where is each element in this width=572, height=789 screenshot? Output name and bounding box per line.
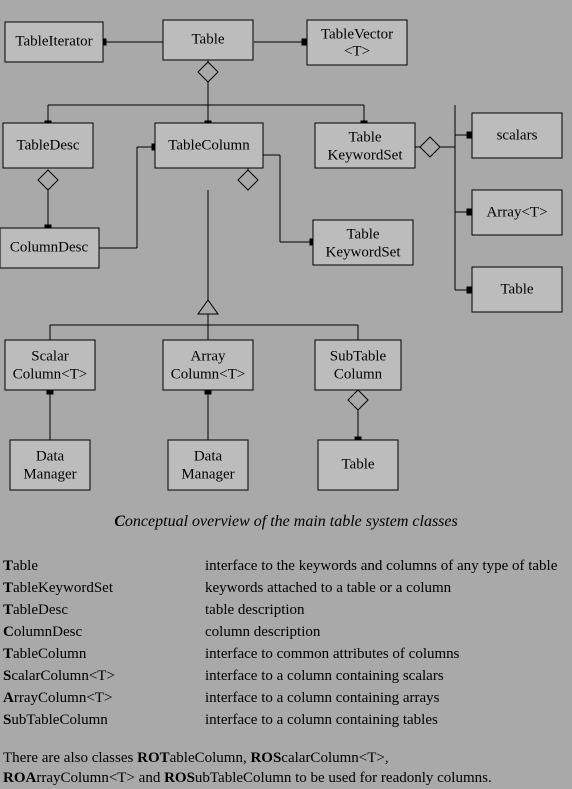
- box-dm2-b: Manager: [181, 466, 234, 482]
- box-tablevector-1: TableVector: [321, 26, 393, 42]
- box-table: Table: [191, 31, 224, 47]
- def-row: TableKeywordSetkeywords attached to a ta…: [3, 577, 569, 599]
- box-tablecolumn: TableColumn: [168, 137, 250, 153]
- box-dm2-a: Data: [194, 448, 223, 464]
- diagram-caption: Conceptual overview of the main table sy…: [0, 513, 572, 531]
- def-row: ColumnDesccolumn description: [3, 621, 569, 643]
- box-scalarcol-2: Column<T>: [13, 366, 87, 382]
- def-row: TableColumninterface to common attribute…: [3, 643, 569, 665]
- box-tks1-b: KeywordSet: [328, 147, 404, 163]
- class-diagram: TableIterator Table TableVector <T> Tabl…: [0, 0, 572, 505]
- caption-text: onceptual overview of the main table sys…: [125, 513, 458, 530]
- def-row: ArrayColumn<T>interface to a column cont…: [3, 687, 569, 709]
- box-tks1-a: Table: [348, 129, 381, 145]
- box-tabledesc: TableDesc: [16, 137, 79, 153]
- box-dm1-b: Manager: [23, 466, 76, 482]
- def-row: ScalarColumn<T>interface to a column con…: [3, 665, 569, 687]
- def-row: Tableinterface to the keywords and colum…: [3, 555, 569, 577]
- box-tableiterator: TableIterator: [15, 33, 92, 49]
- box-scalarcol-1: Scalar: [31, 348, 68, 364]
- footnote: There are also classes ROTableColumn, RO…: [0, 748, 572, 789]
- box-scalars: scalars: [497, 127, 538, 143]
- box-dm1-a: Data: [36, 448, 65, 464]
- caption-bold: C: [114, 513, 125, 530]
- box-subtablecol-1: SubTable: [330, 348, 387, 364]
- box-table3: Table: [341, 456, 374, 472]
- box-subtablecol-2: Column: [334, 366, 383, 382]
- box-arrayt: Array<T>: [486, 204, 547, 220]
- box-table2: Table: [500, 281, 533, 297]
- box-tablevector-2: <T>: [344, 43, 370, 59]
- def-row: TableDesctable description: [3, 599, 569, 621]
- box-tks2-a: Table: [346, 226, 379, 242]
- def-row: SubTableColumninterface to a column cont…: [3, 709, 569, 731]
- box-arraycol-1: Array: [191, 348, 226, 364]
- box-columndesc: ColumnDesc: [10, 239, 89, 255]
- box-tks2-b: KeywordSet: [326, 244, 402, 260]
- box-arraycol-2: Column<T>: [171, 366, 245, 382]
- definitions-table: Tableinterface to the keywords and colum…: [0, 555, 572, 731]
